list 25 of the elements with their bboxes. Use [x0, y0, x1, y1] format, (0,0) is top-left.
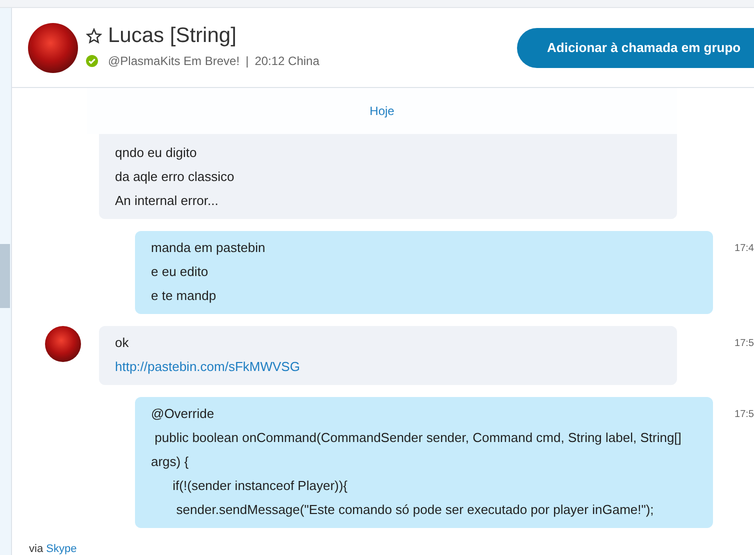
message-text: @Override	[151, 405, 216, 423]
message-time: 17:4	[734, 242, 754, 256]
message-text: ok	[115, 334, 130, 352]
message-text: e eu edito	[151, 263, 210, 281]
mood-message: @PlasmaKits Em Breve!	[108, 53, 240, 70]
scrollbar-thumb[interactable]	[0, 244, 10, 308]
date-label: Hoje	[370, 103, 394, 120]
skype-link[interactable]: Skype	[46, 542, 77, 554]
add-to-group-call-button[interactable]: Adicionar à chamada em grupo	[517, 28, 754, 68]
message-text: da aqle erro classico	[115, 168, 236, 186]
message-text: sender.sendMessage("Este comando só pode ser executado por player inGame!");	[175, 501, 655, 519]
avatar	[28, 22, 78, 72]
local-time: 20:12 China	[254, 53, 320, 70]
message-time: 17:5	[734, 337, 754, 351]
separator: |	[246, 53, 249, 70]
message-text: e te mandp	[151, 287, 218, 305]
message-text: if(!(sender instanceof Player)){	[172, 477, 349, 495]
star-icon[interactable]	[86, 28, 102, 44]
message-text: An internal error...	[115, 192, 220, 210]
message-link[interactable]: http://pastebin.com/sFkMWVSG	[115, 355, 661, 379]
contact-name: Lucas [String]	[108, 25, 236, 46]
via-label: via	[29, 542, 44, 554]
message-time: 17:5	[734, 408, 754, 422]
message-text: manda em pastebin	[151, 239, 266, 257]
message-text: qndo eu digito	[115, 144, 198, 162]
